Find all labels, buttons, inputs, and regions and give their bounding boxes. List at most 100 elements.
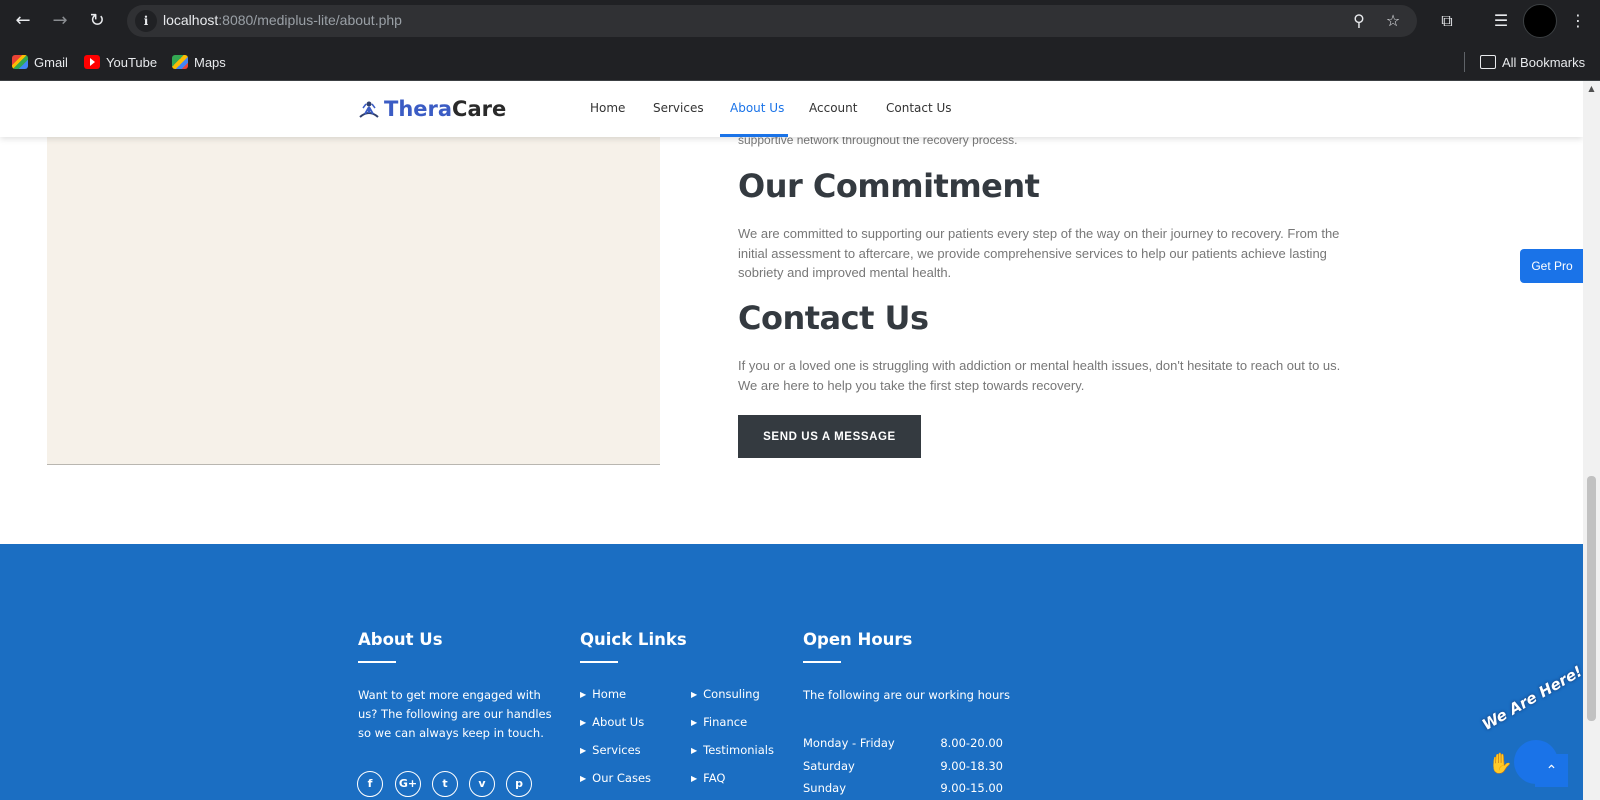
- footer-link-testimonials[interactable]: ▶ Testimonials: [691, 743, 774, 757]
- youtube-icon: [84, 55, 100, 69]
- back-icon[interactable]: ←: [10, 8, 36, 34]
- hours-day: Sunday: [803, 781, 847, 795]
- pinterest-icon[interactable]: p: [506, 771, 532, 797]
- gmail-icon: [12, 55, 28, 69]
- logo-icon: [359, 101, 379, 118]
- maps-icon: [172, 55, 188, 69]
- active-nav-underline: [720, 134, 788, 137]
- bookmark-label: YouTube: [106, 54, 158, 70]
- bookmark-label: Maps: [194, 54, 226, 70]
- footer-title-rule: [580, 661, 618, 663]
- hours-row: Saturday 9.00-18.30: [803, 759, 1003, 773]
- reload-icon[interactable]: ↻: [84, 8, 110, 34]
- chevron-up-icon: ⌃: [1545, 762, 1558, 778]
- footer-link-label: Finance: [703, 715, 748, 729]
- twitter-icon[interactable]: t: [432, 771, 458, 797]
- footer-link-label: Testimonials: [703, 743, 774, 757]
- zoom-icon[interactable]: ⚲: [1347, 9, 1371, 33]
- logo-part-care: Care: [452, 97, 507, 121]
- commitment-heading: Our Commitment: [738, 167, 1040, 205]
- footer-link-services[interactable]: ▶ Services: [580, 743, 641, 757]
- all-bookmarks[interactable]: All Bookmarks: [1480, 52, 1585, 72]
- site-info-icon[interactable]: i: [135, 10, 157, 32]
- footer-about-title: About Us: [358, 630, 443, 649]
- caret-right-icon: ▶: [691, 773, 698, 783]
- nav-services[interactable]: Services: [653, 101, 704, 115]
- footer-link-label: Consuling: [703, 687, 760, 701]
- footer-quick-links-title: Quick Links: [580, 630, 687, 649]
- footer-link-cases[interactable]: ▶ Our Cases: [580, 771, 651, 785]
- footer-title-rule: [803, 661, 841, 663]
- page-viewport: supportive network throughout the recove…: [0, 81, 1600, 800]
- commitment-paragraph: We are committed to supporting our patie…: [738, 226, 1340, 280]
- forward-icon[interactable]: →: [47, 8, 73, 34]
- extensions-icon[interactable]: ⧉: [1435, 9, 1459, 33]
- google-plus-icon[interactable]: G+: [395, 771, 421, 797]
- contact-paragraph: If you or a loved one is struggling with…: [738, 358, 1341, 393]
- footer-link-label: FAQ: [703, 771, 726, 785]
- footer-link-label: About Us: [592, 715, 645, 729]
- nav-about-us[interactable]: About Us: [730, 101, 784, 115]
- caret-right-icon: ▶: [580, 717, 587, 727]
- hours-time: 8.00-20.00: [940, 736, 1003, 750]
- scroll-up-arrow-icon[interactable]: ▲: [1583, 81, 1600, 97]
- footer-link-label: Home: [592, 687, 627, 701]
- caret-right-icon: ▶: [580, 745, 587, 755]
- caret-right-icon: ▶: [580, 689, 587, 699]
- browser-toolbar: ← → ↻ i localhost:8080/mediplus-lite/abo…: [0, 0, 1600, 42]
- nav-contact-us[interactable]: Contact Us: [886, 101, 952, 115]
- site-header: TheraCare Home Services About Us Account…: [0, 81, 1583, 137]
- get-pro-button[interactable]: Get Pro: [1520, 249, 1584, 283]
- scrollbar-thumb[interactable]: [1587, 476, 1596, 721]
- send-message-button[interactable]: SEND US A MESSAGE: [738, 415, 921, 458]
- caret-right-icon: ▶: [691, 689, 698, 699]
- logo-text: TheraCare: [384, 97, 506, 121]
- footer-link-consuling[interactable]: ▶ Consuling: [691, 687, 760, 701]
- logo-part-thera: Thera: [384, 97, 453, 121]
- hours-day: Saturday: [803, 759, 855, 773]
- hours-time: 9.00-15.00: [940, 781, 1003, 795]
- media-control-icon[interactable]: ☰: [1489, 9, 1513, 33]
- scroll-to-top-button[interactable]: ⌃: [1535, 754, 1568, 787]
- all-bookmarks-label: All Bookmarks: [1502, 54, 1586, 70]
- facebook-icon[interactable]: f: [357, 771, 383, 797]
- bookmark-maps[interactable]: Maps: [172, 52, 226, 72]
- site-logo[interactable]: TheraCare: [358, 97, 506, 121]
- folder-icon: [1480, 55, 1496, 69]
- footer-open-hours-title: Open Hours: [803, 630, 913, 649]
- bookmark-label: Gmail: [34, 54, 68, 70]
- bookmark-gmail[interactable]: Gmail: [12, 52, 68, 72]
- footer-about-text: Want to get more engaged with us? The fo…: [358, 688, 552, 740]
- footer-title-rule: [358, 661, 396, 663]
- page-content: supportive network throughout the recove…: [0, 81, 1583, 800]
- hours-row: Monday - Friday 8.00-20.00: [803, 736, 1003, 750]
- bookmark-youtube[interactable]: YouTube: [84, 52, 157, 72]
- caret-right-icon: ▶: [691, 745, 698, 755]
- hours-time: 9.00-18.30: [940, 759, 1003, 773]
- footer-link-faq[interactable]: ▶ FAQ: [691, 771, 725, 785]
- bookmarks-bar: Gmail YouTube Maps All Bookmarks: [0, 42, 1600, 81]
- about-image-panel: [47, 81, 660, 465]
- footer-hours-text: The following are our working hours: [803, 688, 1010, 702]
- vimeo-icon[interactable]: v: [469, 771, 495, 797]
- kebab-menu-icon[interactable]: ⋮: [1566, 9, 1590, 33]
- waving-hand-icon: ✋: [1488, 751, 1513, 775]
- caret-right-icon: ▶: [691, 717, 698, 727]
- site-footer: About Us Want to get more engaged with u…: [0, 544, 1583, 800]
- nav-account[interactable]: Account: [809, 101, 857, 115]
- profile-avatar[interactable]: [1523, 4, 1557, 38]
- nav-home[interactable]: Home: [590, 101, 625, 115]
- bookmarks-separator: [1464, 52, 1465, 72]
- footer-link-home[interactable]: ▶ Home: [580, 687, 626, 701]
- bookmark-star-icon[interactable]: ☆: [1381, 9, 1405, 33]
- address-bar[interactable]: i localhost:8080/mediplus-lite/about.php…: [127, 5, 1417, 37]
- footer-link-finance[interactable]: ▶ Finance: [691, 715, 747, 729]
- caret-right-icon: ▶: [580, 773, 587, 783]
- contact-heading: Contact Us: [738, 299, 929, 337]
- footer-link-label: Services: [592, 743, 641, 757]
- footer-link-label: Our Cases: [592, 771, 652, 785]
- hours-row: Sunday 9.00-15.00: [803, 781, 1003, 795]
- url-text[interactable]: localhost:8080/mediplus-lite/about.php: [163, 12, 402, 28]
- hours-day: Monday - Friday: [803, 736, 895, 750]
- footer-link-about[interactable]: ▶ About Us: [580, 715, 644, 729]
